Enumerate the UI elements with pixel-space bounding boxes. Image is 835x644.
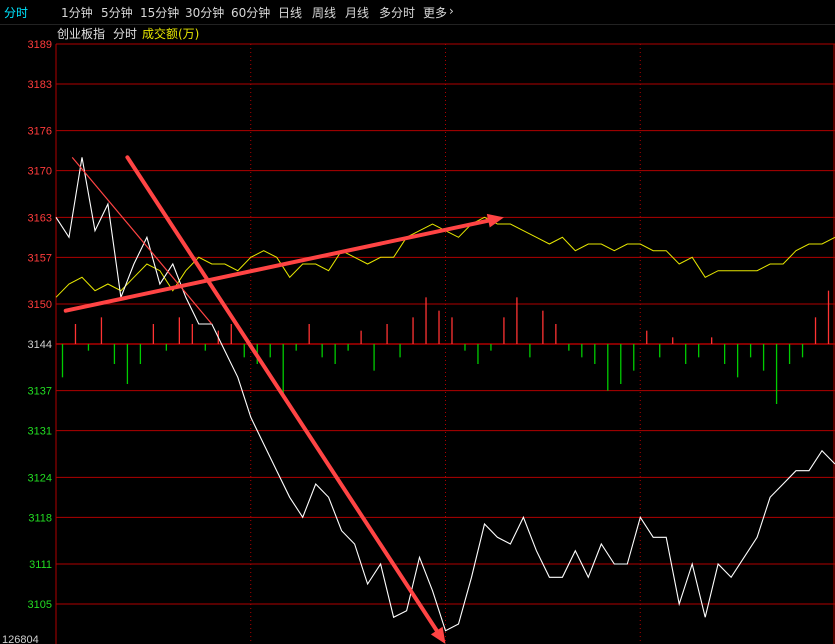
y-tick-label: 3111: [29, 559, 52, 571]
annotation-arrow-shaft: [125, 155, 439, 633]
tab-weekly[interactable]: 周线: [312, 4, 336, 21]
chart-mode: 分时: [113, 27, 138, 41]
period-toolbar: 分时 1分钟 5分钟 15分钟 30分钟 60分钟 日线 周线 月线 多分时 更…: [0, 0, 835, 25]
chart-header: 创业板指 分时 成交额(万): [0, 24, 835, 44]
tab-intraday[interactable]: 分时: [4, 4, 28, 21]
tab-5min[interactable]: 5分钟: [101, 4, 133, 21]
y-tick-label: 3131: [28, 426, 52, 438]
tab-more[interactable]: 更多: [423, 4, 447, 21]
tab-multi-intraday[interactable]: 多分时: [379, 4, 415, 21]
y-tick-label: 3170: [28, 166, 52, 178]
y-tick-label: 3157: [28, 252, 52, 264]
intraday-chart[interactable]: 3189318331763170316331573150314431373131…: [0, 0, 835, 644]
y-tick-label: 3105: [28, 599, 52, 611]
y-tick-label: 3118: [28, 512, 52, 524]
y-tick-label: 3183: [28, 79, 52, 91]
y-axis-labels: 3189318331763170316331573150314431373131…: [28, 39, 52, 611]
volume-bars: [61, 290, 830, 404]
tab-60min[interactable]: 60分钟: [231, 4, 270, 21]
tab-daily[interactable]: 日线: [278, 4, 302, 21]
y-tick-label: 3124: [28, 472, 52, 484]
tab-1min[interactable]: 1分钟: [61, 4, 93, 21]
tab-30min[interactable]: 30分钟: [185, 4, 224, 21]
volume-label: 成交额(万): [142, 27, 200, 41]
y-tick-label: 3150: [28, 299, 52, 311]
annotation-arrow-shaft: [63, 218, 491, 313]
y-tick-label: 3163: [28, 212, 52, 224]
y-tick-label: 3144: [28, 339, 52, 351]
arrowhead-icon: [486, 213, 504, 228]
y-tick-label: 3176: [28, 126, 52, 138]
bottom-readout: 126804: [2, 634, 39, 644]
tab-monthly[interactable]: 月线: [345, 4, 369, 21]
annotation-layer: [63, 155, 504, 644]
index-name: 创业板指: [57, 27, 106, 41]
chart-grid: [55, 43, 835, 644]
y-tick-label: 3137: [28, 386, 52, 398]
tab-15min[interactable]: 15分钟: [140, 4, 179, 21]
chevron-right-icon[interactable]: ›: [449, 4, 454, 18]
